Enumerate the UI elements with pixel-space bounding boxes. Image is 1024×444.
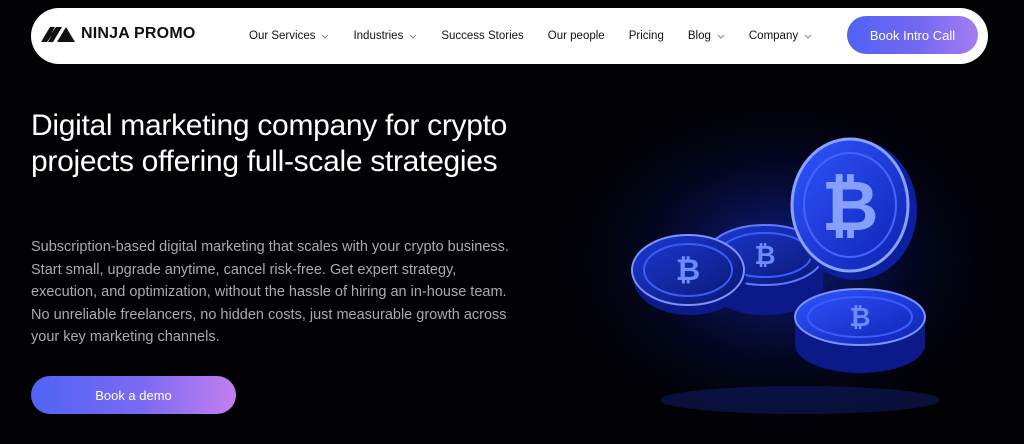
svg-text:₿: ₿ [821, 165, 878, 247]
nav-item-label: Our Services [249, 30, 316, 42]
nav-item-blog[interactable]: Blog [688, 30, 725, 42]
logo-text: NINJA PROMO [81, 25, 196, 42]
nav-item-label: Pricing [628, 30, 664, 42]
nav-item-our-people[interactable]: Our people [548, 30, 605, 42]
svg-text:₿: ₿ [849, 303, 870, 333]
nav-item-company[interactable]: Company [749, 30, 812, 42]
nav-item-label: Blog [687, 30, 711, 42]
nav-item-industries[interactable]: Industries [353, 30, 417, 42]
book-intro-call-button[interactable]: Book Intro Call [847, 16, 978, 54]
hero-description: Subscription-based digital marketing tha… [31, 239, 509, 345]
nav-item-pricing[interactable]: Pricing [629, 30, 664, 42]
chevron-down-icon [321, 32, 329, 40]
chevron-down-icon [717, 32, 725, 40]
bitcoin-coins-icon: ₿ ₿ ₿ ₿ [560, 110, 1000, 444]
svg-text:₿: ₿ [754, 241, 775, 271]
book-demo-button[interactable]: Book a demo [31, 376, 236, 414]
bitcoin-coins-illustration: ₿ ₿ ₿ ₿ [560, 110, 1000, 444]
ninja-logo-icon [41, 25, 75, 43]
svg-text:₿: ₿ [676, 253, 700, 288]
nav-item-label: Company [748, 30, 799, 42]
nav-item-label: Our people [547, 30, 605, 42]
chevron-down-icon [804, 32, 812, 40]
nav-item-label: Success Stories [441, 30, 524, 42]
nav-item-label: Industries [353, 30, 404, 42]
navbar: NINJA PROMO Our Services Industries Succ… [31, 8, 988, 64]
nav-item-our-services[interactable]: Our Services [249, 30, 329, 42]
logo[interactable]: NINJA PROMO [41, 25, 196, 43]
main-nav: Our Services Industries Success Stories … [249, 8, 836, 64]
chevron-down-icon [409, 32, 417, 40]
page: NINJA PROMO Our Services Industries Succ… [0, 0, 1024, 444]
hero-title: Digital marketing company for crypto pro… [31, 109, 508, 178]
nav-item-success-stories[interactable]: Success Stories [441, 30, 523, 42]
